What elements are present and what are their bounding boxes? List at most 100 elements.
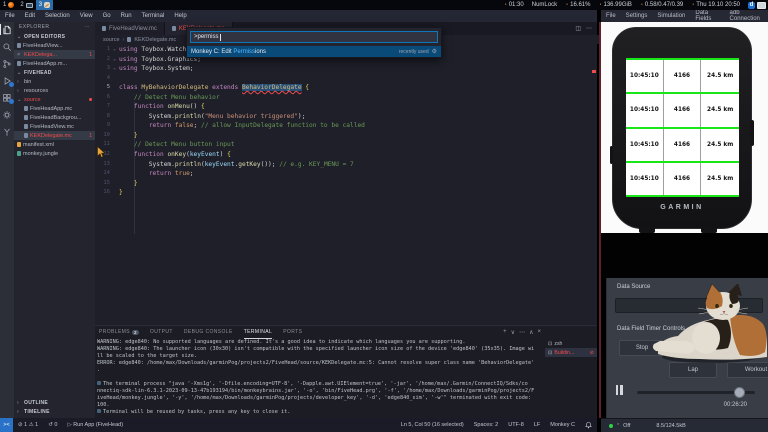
data-field-cell[interactable]: 10:45:10 — [626, 60, 664, 92]
tree-item-fiveheadappmc[interactable]: FiveHeadApp.mc — [14, 104, 95, 113]
data-field-cell[interactable]: 10:45:10 — [626, 163, 664, 195]
device-side-button[interactable] — [610, 146, 613, 164]
sim-menu-simulation[interactable]: Simulation — [652, 13, 690, 19]
chevron-icon: › — [17, 409, 22, 415]
tree-item-kekdelegatemc[interactable]: KEKDelegate.mc1 — [14, 131, 95, 140]
cat-photo-overlay — [644, 284, 768, 364]
lap-button[interactable]: Lap — [669, 362, 717, 378]
run-app-button[interactable]: ▷ Run App (FiveHead) — [62, 422, 128, 428]
palette-item-edit-permissions[interactable]: Monkey C: Edit Permissions recently used… — [187, 46, 441, 57]
menu-go[interactable]: Go — [98, 13, 116, 19]
open-editor-item[interactable]: FiveHeadView... — [14, 41, 95, 50]
terminal-output[interactable]: WARNING: edge840: No supported languages… — [97, 339, 543, 418]
workspace-1[interactable]: 1 — [0, 0, 17, 10]
sim-menu-settings[interactable]: Settings — [621, 13, 653, 19]
panel-tab-output[interactable]: OUTPUT — [150, 326, 173, 338]
data-field-cell[interactable]: 4166 — [664, 129, 702, 161]
data-field-cell[interactable]: 10:45:10 — [626, 129, 664, 161]
data-field-cell[interactable]: 4166 — [664, 60, 702, 92]
device-screen[interactable]: 10:45:10416624.5 km10:45:10416624.5 km10… — [626, 58, 739, 197]
tab-fiveheadview.mc[interactable]: FiveHeadView.mc — [95, 22, 165, 35]
open-editors-section[interactable]: ⌄OPEN EDITORS — [14, 32, 95, 41]
source-control-icon[interactable] — [1, 58, 13, 69]
workspace-2[interactable]: 2 — [17, 0, 35, 10]
slider-handle[interactable] — [734, 387, 745, 398]
data-field-cell[interactable]: 10:45:10 — [626, 94, 664, 126]
panel-tab-ports[interactable]: PORTS — [283, 326, 302, 338]
panel-tab-terminal[interactable]: TERMINAL — [244, 326, 272, 339]
section-timeline[interactable]: ›TIMELINE — [14, 407, 95, 416]
tree-item-monkeyjungle[interactable]: monkey.jungle — [14, 149, 95, 158]
explorer-icon[interactable] — [1, 24, 13, 35]
data-field-cell[interactable]: 24.5 km — [701, 60, 739, 92]
section-outline[interactable]: ›OUTLINE — [14, 398, 95, 407]
gear-icon[interactable]: ⚙ — [432, 48, 437, 55]
tree-item-fiveheadbackgrou[interactable]: FiveHeadBackgrou... — [14, 113, 95, 122]
remote-indicator[interactable]: >< — [0, 418, 13, 432]
breadcrumb-file[interactable]: KEKDelegate.mc — [134, 37, 176, 43]
workspace-3[interactable]: 3 — [36, 0, 53, 10]
more-actions-icon[interactable]: ⋯ — [85, 24, 90, 30]
indentation[interactable]: Spaces: 2 — [469, 422, 503, 428]
menu-run[interactable]: Run — [116, 13, 137, 19]
terminal-instance-buildin[interactable]: ⊡Buildin...⊘ — [545, 348, 597, 357]
menu-terminal[interactable]: Terminal — [137, 13, 170, 19]
close-icon[interactable]: × — [17, 52, 22, 58]
menu-file[interactable]: File — [0, 13, 20, 19]
data-field-cell[interactable]: 4166 — [664, 94, 702, 126]
panel-tab-debug-console[interactable]: DEBUG CONSOLE — [184, 326, 233, 338]
run-debug-icon[interactable] — [1, 75, 13, 86]
command-input[interactable]: >permiss — [190, 31, 438, 43]
language-mode[interactable]: Monkey C — [545, 422, 580, 428]
sim-menu-file[interactable]: File — [601, 13, 621, 19]
bell-icon[interactable] — [585, 421, 592, 429]
terminal-panel: PROBLEMS2 OUTPUT DEBUG CONSOLE TERMINAL PORT… — [95, 325, 597, 419]
code-editor[interactable]: 12345678910111213141516 ⌄ ⌄ ⌄ using Toyb… — [95, 44, 597, 325]
panel-action-icon[interactable]: × — [537, 329, 541, 335]
open-editor-item[interactable]: ×KEKDelega...1 — [14, 50, 95, 59]
tree-item-manifestxml[interactable]: manifest.xml — [14, 140, 95, 149]
split-editor-icon[interactable]: ◫ — [575, 25, 581, 32]
fold-markers[interactable]: ⌄ ⌄ ⌄ — [111, 45, 118, 74]
settings-gear-icon[interactable] — [1, 109, 13, 120]
menu-edit[interactable]: Edit — [20, 13, 40, 19]
sim-menu-data-fields[interactable]: Data Fields — [690, 10, 724, 22]
problems-status[interactable]: ⊘ 1 ⚠ 1 — [13, 422, 43, 428]
sim-menu-adb-connection[interactable]: adb Connection — [725, 10, 768, 22]
tree-item-bin[interactable]: ›bin — [14, 77, 95, 86]
data-field-cell[interactable]: 24.5 km — [701, 163, 739, 195]
breadcrumb-folder[interactable]: source — [103, 37, 120, 43]
menu-selection[interactable]: Selection — [40, 13, 75, 19]
tray-d-icon[interactable]: d — [748, 2, 755, 9]
menu-view[interactable]: View — [75, 13, 98, 19]
code-lines[interactable]: using Toybox.WatchUi;using Toybox.Graphi… — [119, 45, 591, 198]
more-actions-icon[interactable]: ⋯ — [586, 25, 592, 32]
tray-display-icon[interactable] — [757, 2, 766, 9]
search-icon[interactable] — [1, 41, 13, 52]
cursor-position[interactable]: Ln 5, Col 50 (16 selected) — [396, 422, 469, 428]
panel-action-icon[interactable]: ⋯ — [519, 329, 525, 336]
command-palette[interactable]: >permiss Monkey C: Edit Permissions rece… — [186, 27, 442, 58]
menu-help[interactable]: Help — [169, 13, 191, 19]
tree-item-source[interactable]: ⌄source — [14, 95, 95, 104]
data-field-cell[interactable]: 24.5 km — [701, 129, 739, 161]
terminal-instance-zsh[interactable]: ⊡zsh — [545, 339, 597, 348]
encoding[interactable]: UTF-8 — [503, 422, 529, 428]
panel-tab-problems[interactable]: PROBLEMS2 — [99, 326, 139, 338]
device-side-button[interactable] — [750, 120, 754, 146]
data-field-cell[interactable]: 24.5 km — [701, 94, 739, 126]
panel-action-icon[interactable]: ∨ — [511, 329, 515, 336]
data-field-cell[interactable]: 4166 — [664, 163, 702, 195]
tree-item-resources[interactable]: ›resources — [14, 86, 95, 95]
panel-action-icon[interactable]: + — [503, 329, 507, 335]
sync-status[interactable]: ↺ 0 — [43, 422, 62, 428]
panel-action-icon[interactable]: ∧ — [529, 329, 533, 336]
pause-button[interactable] — [613, 384, 625, 396]
workspace-section[interactable]: ⌄FIVEHEAD — [14, 68, 95, 77]
open-editor-item[interactable]: FiveHeadApp.m... — [14, 59, 95, 68]
extensions-icon[interactable] — [1, 92, 13, 103]
tree-item-fiveheadviewmc[interactable]: FiveHeadView.mc — [14, 122, 95, 131]
connectiq-icon[interactable] — [1, 126, 13, 137]
eol[interactable]: LF — [529, 422, 545, 428]
workout-step-button[interactable]: Workout Step — [727, 362, 768, 378]
